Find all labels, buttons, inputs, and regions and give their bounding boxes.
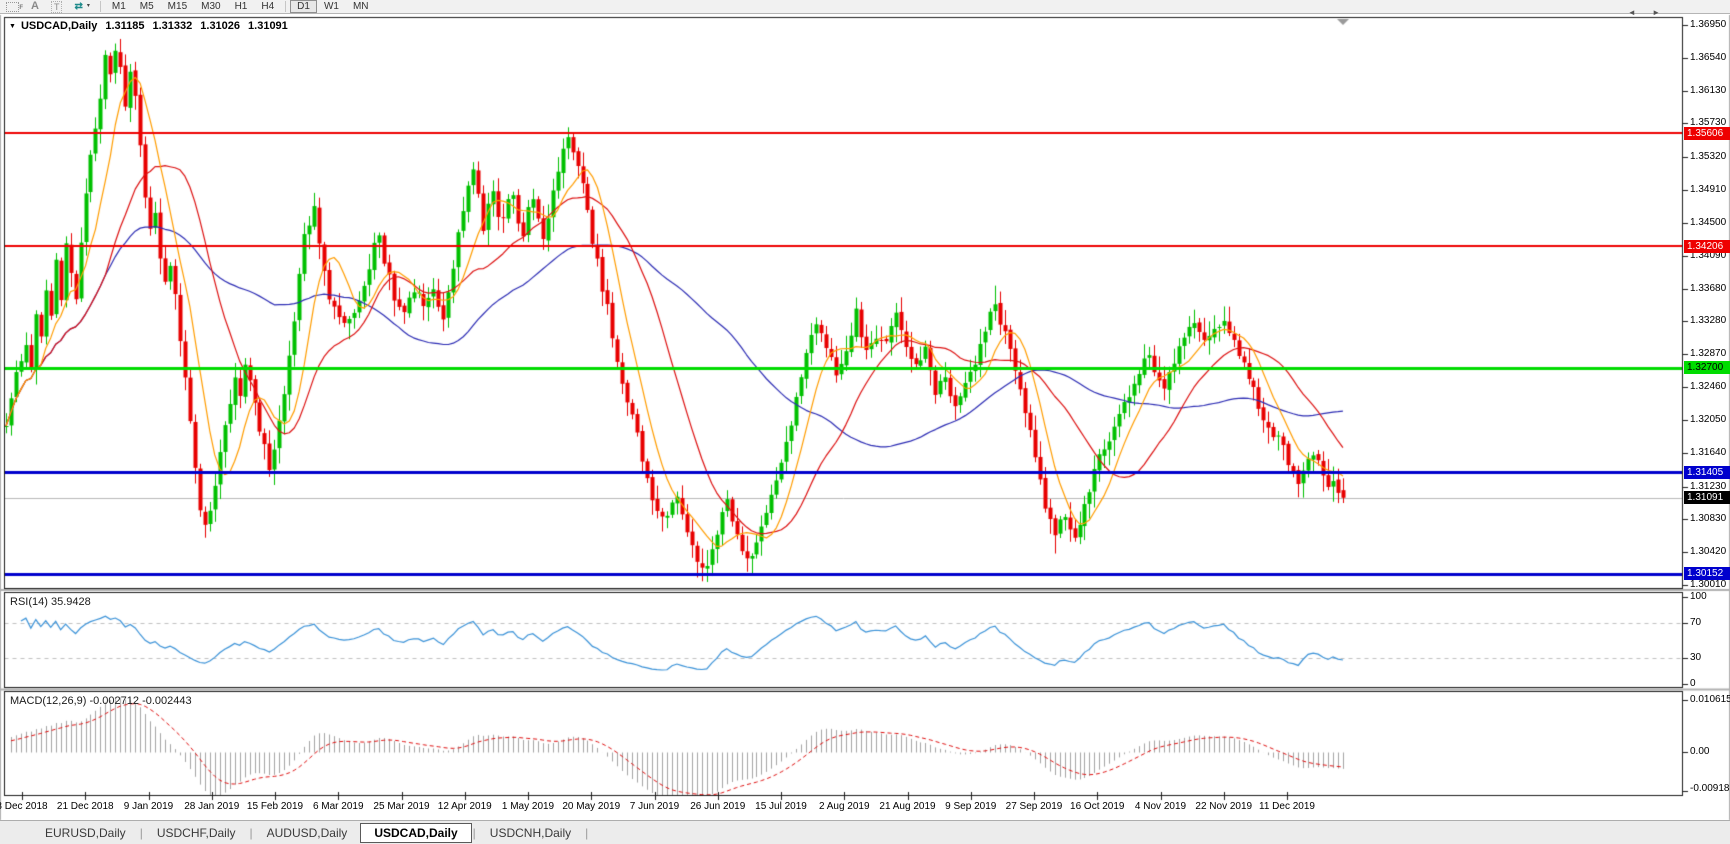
symbol-period-label: USDCAD,Daily [21, 20, 97, 32]
chart-tabs: EURUSD,Daily|USDCHF,Daily|AUDUSD,DailyUS… [32, 823, 589, 843]
timeframe-button-group: M1M5M15M30H1H4 D1W1MN [96, 0, 376, 13]
date-label: 1 May 2019 [502, 801, 554, 812]
tab-separator: | [140, 826, 143, 840]
text-box-t-button[interactable]: T [45, 0, 69, 13]
date-label: 21 Dec 2018 [57, 801, 114, 812]
tab-separator: | [250, 826, 253, 840]
hline-price-label: 1.32700 [1684, 361, 1730, 374]
timeframe-button-d1[interactable]: D1 [290, 0, 317, 13]
date-label: 15 Jul 2019 [755, 801, 807, 812]
grid-period-button[interactable]: F [0, 0, 25, 13]
date-label: 16 Oct 2019 [1070, 801, 1124, 812]
tab-scroll-left-icon[interactable]: ◄ [1628, 8, 1636, 17]
rsi-axis-label: 0 [1690, 678, 1696, 690]
date-label: 22 Nov 2019 [1195, 801, 1252, 812]
price-tick-label: 1.36540 [1690, 52, 1726, 64]
rsi-axis-label: 70 [1690, 617, 1701, 629]
chart-tab-bar: EURUSD,Daily|USDCHF,Daily|AUDUSD,DailyUS… [0, 820, 1730, 844]
toolbar-separator [285, 1, 286, 12]
price-tick-label: 1.35320 [1690, 151, 1726, 163]
macd-axis-label: 0.010615 [1690, 694, 1730, 706]
price-tick-label: 1.33280 [1690, 315, 1726, 327]
date-label: 25 Mar 2019 [373, 801, 429, 812]
date-label: 12 Apr 2019 [438, 801, 492, 812]
tab-audusd[interactable]: AUDUSD,Daily [254, 823, 361, 843]
price-tick-label: 1.32050 [1690, 414, 1726, 426]
price-tick-label: 1.34910 [1690, 184, 1726, 196]
price-chart-canvas[interactable] [0, 0, 1730, 844]
price-tick-label: 1.31640 [1690, 447, 1726, 459]
tab-usdcad[interactable]: USDCAD,Daily [360, 823, 471, 843]
tab-scroll-arrows: ◄ ► [1614, 8, 1660, 17]
open-value: 1.31185 [105, 20, 144, 32]
date-label: 26 Jun 2019 [690, 801, 745, 812]
date-label: 9 Sep 2019 [945, 801, 996, 812]
low-value: 1.31026 [200, 20, 240, 32]
mt4-window: F A T ⇄ ▾ M1M5M15M30H1H4 D1W1MN ▼ USDCAD,D… [0, 0, 1730, 844]
hline-price-label: 1.34206 [1684, 240, 1730, 253]
timeframe-button-w1[interactable]: W1 [317, 0, 346, 13]
tab-separator: | [585, 826, 588, 840]
rsi-axis-label: 30 [1690, 652, 1701, 664]
tab-eurusd[interactable]: EURUSD,Daily [32, 823, 139, 843]
price-tick-label: 1.30420 [1690, 546, 1726, 558]
rsi-label: RSI(14) 35.9428 [10, 596, 91, 608]
price-tick-label: 1.36130 [1690, 85, 1726, 97]
close-value: 1.31091 [248, 20, 288, 32]
hline-price-label: 1.31405 [1684, 466, 1730, 479]
high-value: 1.31332 [153, 20, 193, 32]
hline-price-label: 1.30152 [1684, 567, 1730, 580]
date-label: 15 Feb 2019 [247, 801, 303, 812]
date-label: 28 Jan 2019 [184, 801, 239, 812]
tab-separator: | [473, 826, 476, 840]
macd-label: MACD(12,26,9) -0.002712 -0.002443 [10, 695, 192, 707]
timeframe-button-h4[interactable]: H4 [254, 0, 281, 13]
price-tick-label: 1.30010 [1690, 579, 1726, 591]
macd-axis-label: 0.00 [1690, 746, 1709, 758]
cycle-colors-button[interactable]: ⇄ ▾ [68, 0, 95, 13]
price-tick-label: 1.32460 [1690, 381, 1726, 393]
price-tick-label: 1.36950 [1690, 19, 1726, 31]
hline-price-label: 1.35606 [1684, 127, 1730, 140]
collapse-triangle-icon[interactable]: ▼ [9, 23, 16, 30]
date-label: 7 Jun 2019 [630, 801, 680, 812]
macd-axis-label: -0.009181 [1690, 783, 1730, 795]
price-tick-label: 1.30830 [1690, 513, 1726, 525]
tab-usdcnh[interactable]: USDCNH,Daily [477, 823, 584, 843]
date-label: 6 Mar 2019 [313, 801, 364, 812]
timeframe-button-m15[interactable]: M15 [161, 0, 194, 13]
date-label: 2 Aug 2019 [819, 801, 870, 812]
date-label: 9 Jan 2019 [124, 801, 174, 812]
date-label: 11 Dec 2019 [1259, 801, 1315, 812]
letter-a-icon: A [31, 0, 39, 13]
tab-scroll-right-icon[interactable]: ► [1652, 8, 1660, 17]
date-label: 27 Sep 2019 [1006, 801, 1063, 812]
date-label: 21 Aug 2019 [879, 801, 935, 812]
current-price-label: 1.31091 [1684, 491, 1730, 504]
date-label: 3 Dec 2018 [0, 801, 48, 812]
timeframe-button-m30[interactable]: M30 [194, 0, 227, 13]
toolbar-separator [100, 1, 101, 12]
main-toolbar: F A T ⇄ ▾ M1M5M15M30H1H4 D1W1MN [0, 0, 1730, 14]
tab-usdchf[interactable]: USDCHF,Daily [144, 823, 249, 843]
date-label: 20 May 2019 [562, 801, 620, 812]
price-tick-label: 1.32870 [1690, 348, 1726, 360]
swap-arrows-icon: ⇄ [74, 0, 82, 13]
timeframe-button-h1[interactable]: H1 [228, 0, 255, 13]
chart-title: ▼ USDCAD,Daily 1.31185 1.31332 1.31026 1.3109… [9, 20, 288, 32]
grid-f-icon: F [6, 2, 19, 12]
timeframe-button-m1[interactable]: M1 [105, 0, 133, 13]
price-tick-label: 1.34500 [1690, 217, 1726, 229]
price-tick-label: 1.33680 [1690, 283, 1726, 295]
date-label: 4 Nov 2019 [1135, 801, 1186, 812]
timeframe-button-m5[interactable]: M5 [133, 0, 161, 13]
dropdown-caret-icon: ▾ [87, 0, 90, 13]
text-label-a-button[interactable]: A [25, 0, 45, 13]
letter-t-icon: T [51, 1, 63, 13]
rsi-axis-label: 100 [1690, 591, 1707, 603]
timeframe-button-mn[interactable]: MN [346, 0, 376, 13]
